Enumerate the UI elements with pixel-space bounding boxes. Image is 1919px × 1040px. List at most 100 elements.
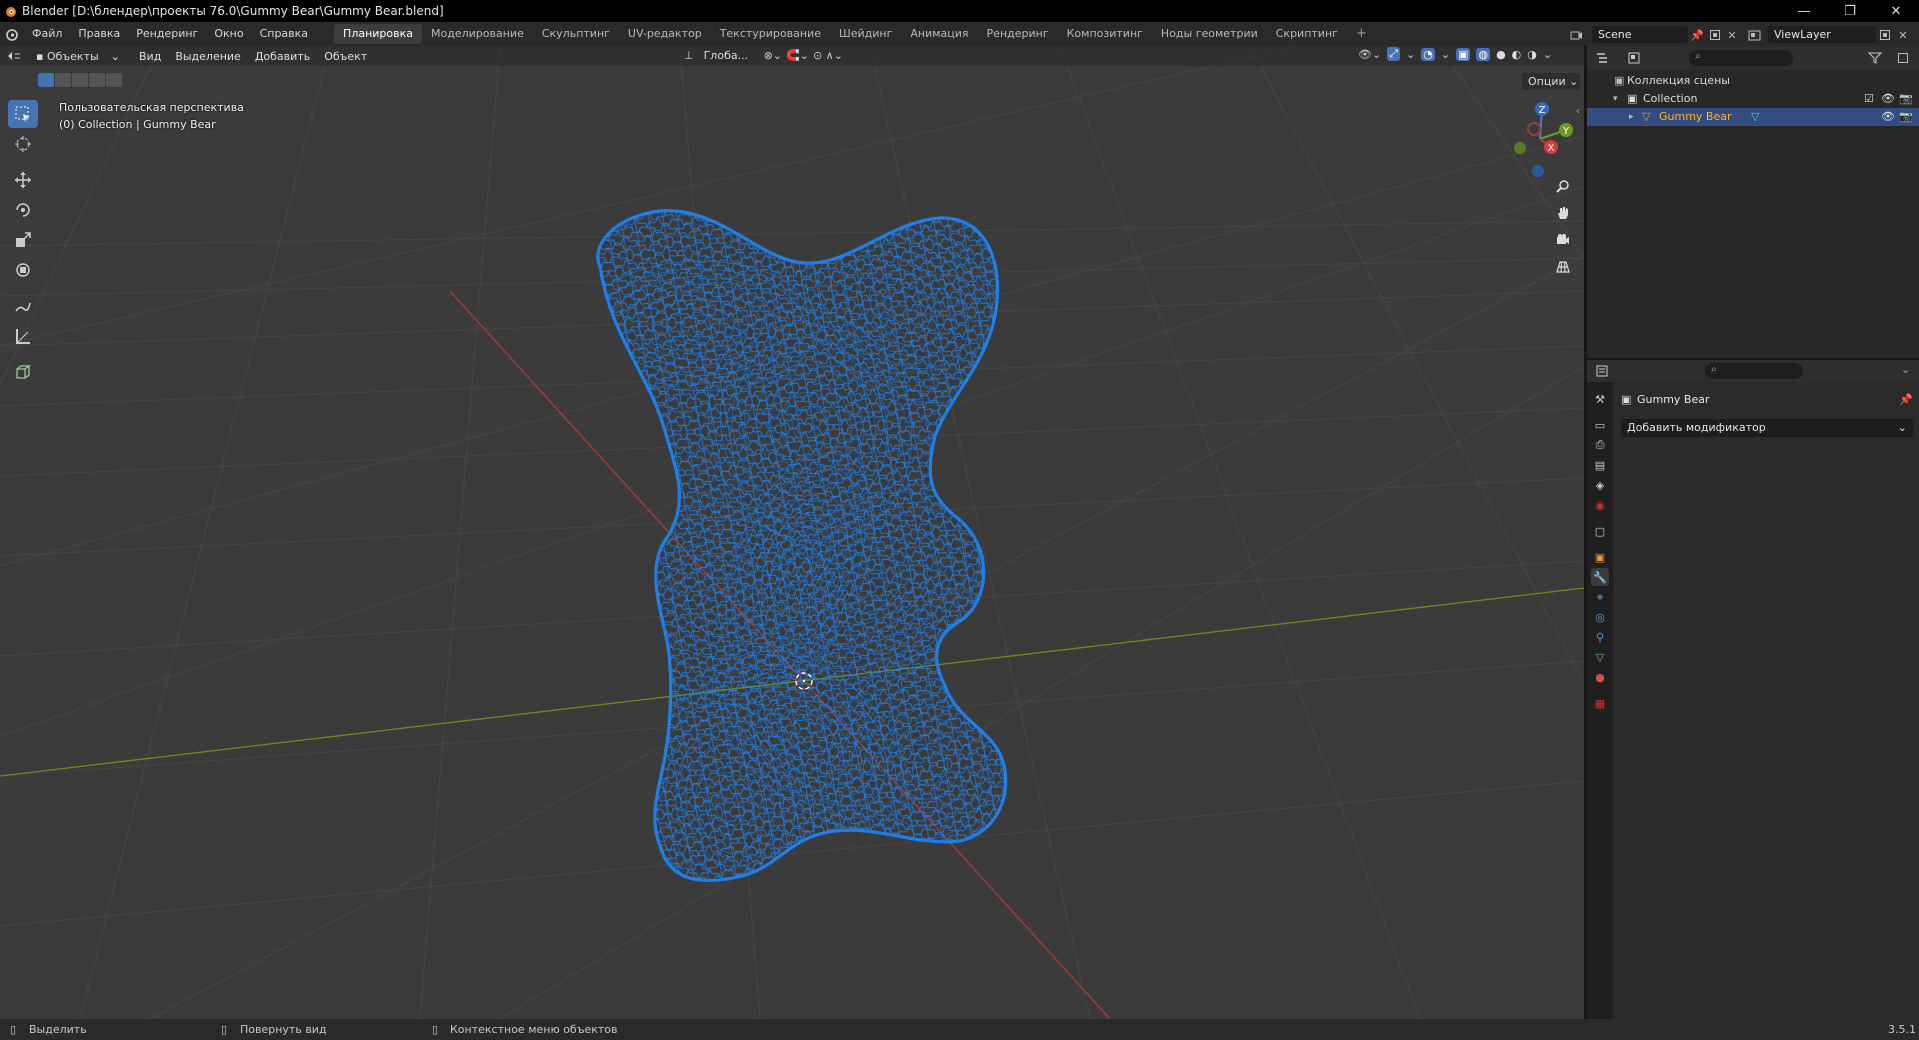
rotate-tool-icon[interactable] <box>8 196 38 224</box>
overlays-toggle-icon[interactable]: ◔ <box>1421 47 1435 61</box>
add-workspace-button[interactable]: + <box>1347 24 1376 44</box>
menu-edit[interactable]: Правка <box>70 22 128 46</box>
object-eye-icon[interactable]: 👁 <box>1881 108 1895 126</box>
outliner-search-input[interactable]: ⌕ <box>1689 50 1793 66</box>
move-tool-icon[interactable] <box>8 166 38 194</box>
pin-scene-icon[interactable]: 📌 <box>1689 27 1705 43</box>
view-layer-field[interactable]: ViewLayer <box>1768 26 1876 43</box>
maximize-button[interactable]: ❐ <box>1827 0 1873 22</box>
solid-shading-icon[interactable]: ● <box>1496 48 1506 61</box>
add-modifier-dropdown[interactable]: Добавить модификатор ⌄ <box>1621 419 1913 437</box>
render-camera-icon[interactable]: 📷 <box>1899 90 1913 108</box>
mode-dropdown[interactable]: ▪ Объекты ⌄ <box>30 47 126 65</box>
snap-icon[interactable]: 🧲⌄ <box>786 49 809 62</box>
transform-orientation-dropdown[interactable]: Глоба... <box>697 47 760 64</box>
select-intersect-icon[interactable] <box>106 73 122 87</box>
properties-editor-type-icon[interactable] <box>1595 363 1611 379</box>
ortho-grid-icon[interactable] <box>1551 255 1575 279</box>
tab-compositing[interactable]: Композитинг <box>1058 24 1152 44</box>
collection-tab-icon[interactable]: ▢ <box>1591 522 1609 540</box>
material-shading-icon[interactable]: ◐ <box>1512 48 1522 61</box>
menu-render[interactable]: Рендеринг <box>128 22 206 46</box>
select-new-icon[interactable] <box>38 73 54 87</box>
outliner-editor-type-icon[interactable] <box>1595 50 1611 66</box>
rendered-shading-icon[interactable]: ◑ <box>1527 48 1537 61</box>
scene-tab-icon[interactable]: ◈ <box>1591 476 1609 494</box>
outliner-collection-row[interactable]: ▾ ▣ Collection ☑ 👁 📷 <box>1587 90 1919 108</box>
constraints-tab-icon[interactable]: ⚲ <box>1591 628 1609 646</box>
select-invert-icon[interactable] <box>89 73 105 87</box>
tab-texture-paint[interactable]: Текстурирование <box>711 24 830 44</box>
world-tab-icon[interactable]: ◉ <box>1591 496 1609 514</box>
visibility-toggle-icon[interactable]: 👁⌄ <box>1358 48 1381 61</box>
gizmo-toggle-icon[interactable]: ⤢ <box>1387 47 1400 61</box>
texture-tab-icon[interactable]: ▦ <box>1591 694 1609 712</box>
editor-type-icon[interactable] <box>0 50 28 62</box>
new-collection-icon[interactable] <box>1895 50 1911 66</box>
transform-tool-icon[interactable] <box>8 256 38 284</box>
scene-name-field[interactable]: Scene <box>1592 26 1688 43</box>
shading-dropdown-icon[interactable]: ⌄ <box>1543 48 1552 61</box>
tab-shading[interactable]: Шейдинг <box>830 24 901 44</box>
collapse-arrow-icon[interactable]: ▾ <box>1613 90 1618 108</box>
data-tab-icon[interactable]: ▽ <box>1591 648 1609 666</box>
expand-arrow-icon[interactable]: ▸ <box>1629 108 1634 126</box>
display-mode-icon[interactable] <box>1627 50 1643 66</box>
scale-tool-icon[interactable] <box>8 226 38 254</box>
tab-uv-editing[interactable]: UV-редактор <box>619 24 711 44</box>
pan-hand-icon[interactable] <box>1551 201 1575 225</box>
select-subtract-icon[interactable] <box>72 73 88 87</box>
properties-options-chevron-icon[interactable]: ⌄ <box>1901 363 1910 376</box>
render-tab-icon[interactable]: ▭ <box>1591 416 1609 434</box>
select-box-tool-icon[interactable] <box>8 100 38 128</box>
new-view-layer-icon[interactable] <box>1877 27 1893 43</box>
select-extend-icon[interactable] <box>55 73 71 87</box>
material-tab-icon[interactable]: ● <box>1591 668 1609 686</box>
camera-view-icon[interactable] <box>1551 228 1575 252</box>
menu-window[interactable]: Окно <box>206 22 251 46</box>
scene-selector-icon[interactable] <box>1568 27 1584 43</box>
sidebar-toggle-icon[interactable]: ‹ <box>1576 106 1580 117</box>
menu-file[interactable]: Файл <box>24 22 70 46</box>
measure-tool-icon[interactable] <box>8 322 38 350</box>
pivot-point-icon[interactable]: ⊗⌄ <box>764 49 782 62</box>
annotate-tool-icon[interactable] <box>8 292 38 320</box>
object-camera-icon[interactable]: 📷 <box>1899 108 1913 126</box>
proportional-edit-icon[interactable]: ⊙ ∧⌄ <box>813 49 843 62</box>
filter-icon[interactable] <box>1867 50 1883 66</box>
tab-scripting[interactable]: Скриптинг <box>1267 24 1347 44</box>
view-layer-icon[interactable] <box>1746 27 1762 43</box>
minimize-button[interactable]: — <box>1781 0 1827 22</box>
add-cube-tool-icon[interactable] <box>8 358 38 386</box>
physics-tab-icon[interactable]: ◎ <box>1591 608 1609 626</box>
exclude-checkbox-icon[interactable]: ☑ <box>1864 90 1874 108</box>
particles-tab-icon[interactable]: ⚹ <box>1591 588 1609 606</box>
view-layer-tab-icon[interactable]: ▤ <box>1591 456 1609 474</box>
xray-toggle-icon[interactable]: ▣ <box>1456 47 1471 61</box>
delete-view-layer-icon[interactable]: ✕ <box>1895 27 1911 43</box>
cursor-tool-icon[interactable] <box>8 130 38 158</box>
overlays-dropdown-icon[interactable]: ⌄ <box>1441 48 1450 61</box>
hide-eye-icon[interactable]: 👁 <box>1881 90 1895 108</box>
close-button[interactable]: ✕ <box>1873 0 1919 22</box>
properties-search-input[interactable]: ⌕ <box>1705 363 1803 379</box>
menu-help[interactable]: Справка <box>252 22 316 46</box>
options-dropdown[interactable]: Опции ⌄ <box>1522 73 1580 90</box>
tab-layout[interactable]: Планировка <box>334 24 423 44</box>
menu-view[interactable]: Вид <box>132 50 168 63</box>
tab-geometry-nodes[interactable]: Ноды геометрии <box>1152 24 1267 44</box>
tool-tab-icon[interactable]: ⚒ <box>1591 390 1609 408</box>
tab-modeling[interactable]: Моделирование <box>422 24 533 44</box>
wireframe-shading-icon[interactable]: ◍ <box>1476 47 1491 61</box>
tab-rendering[interactable]: Рендеринг <box>978 24 1058 44</box>
outliner-object-row[interactable]: ▸ ▽ Gummy Bear ▽ 👁 📷 <box>1587 108 1919 126</box>
menu-add[interactable]: Добавить <box>248 50 317 63</box>
menu-select[interactable]: Выделение <box>168 50 248 63</box>
delete-scene-icon[interactable]: ✕ <box>1724 27 1740 43</box>
tab-sculpting[interactable]: Скульптинг <box>533 24 619 44</box>
navigation-gizmo[interactable]: Z Y X <box>1498 96 1578 186</box>
modifier-tab-icon[interactable]: 🔧 <box>1591 568 1609 586</box>
object-tab-icon[interactable]: ▣ <box>1591 548 1609 566</box>
tab-animation[interactable]: Анимация <box>901 24 977 44</box>
zoom-icon[interactable] <box>1551 174 1575 198</box>
